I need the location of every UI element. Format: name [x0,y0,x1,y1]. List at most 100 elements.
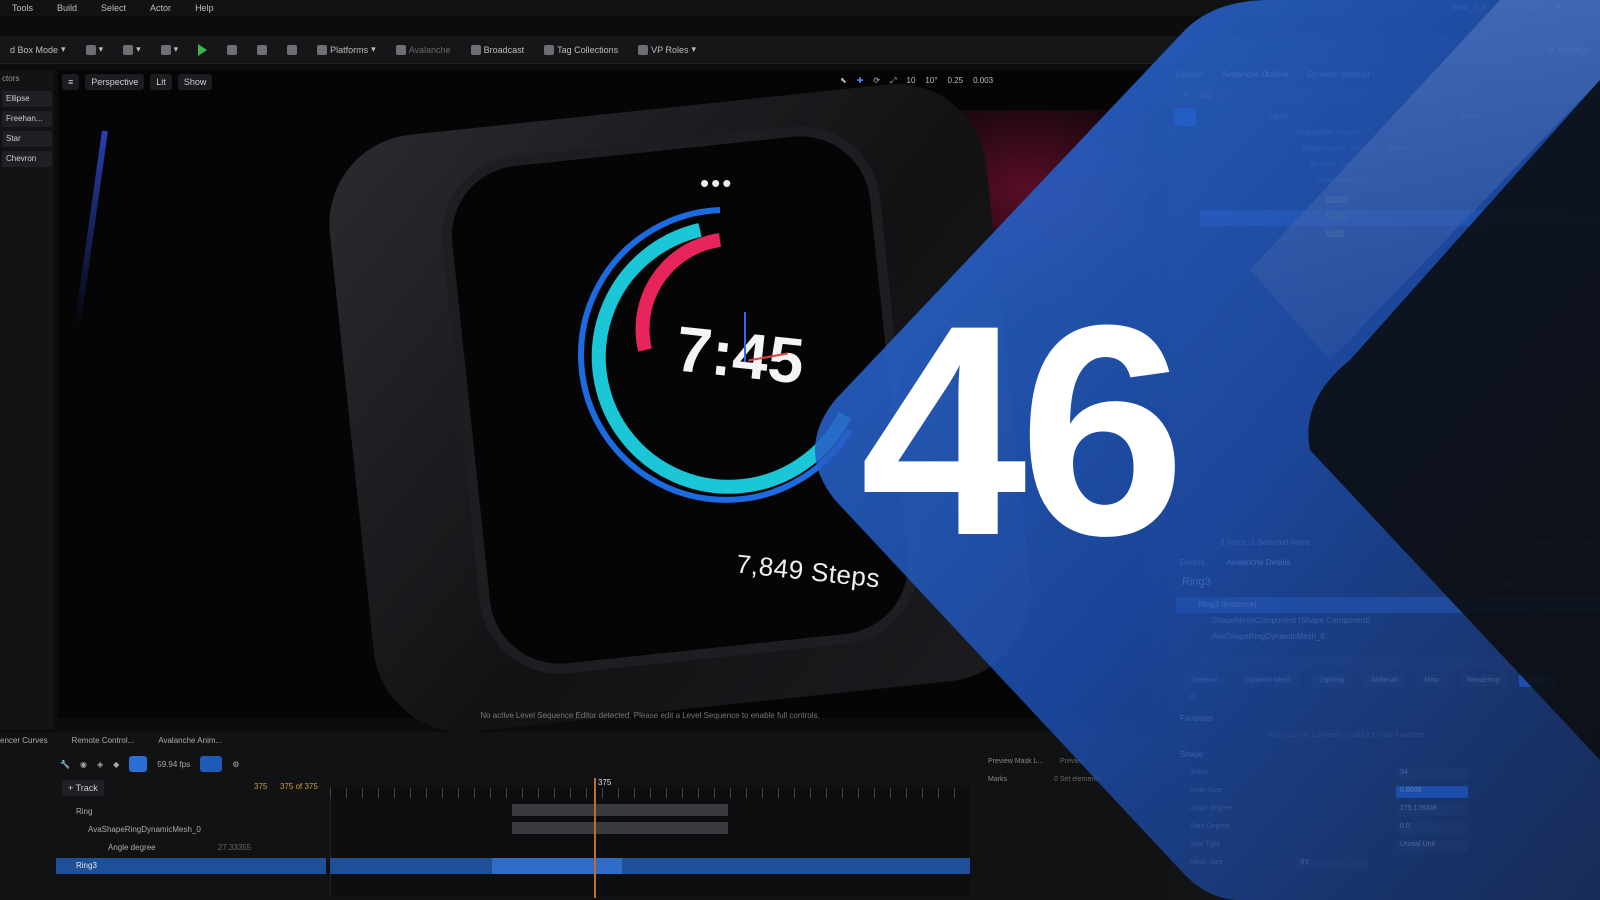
inner-size-value[interactable]: 0.8000 [1396,786,1468,798]
filter-lighting[interactable]: Lighting [1311,674,1352,687]
clear-search-icon[interactable]: ✕ [1182,89,1190,100]
edit-cpp-link[interactable]: Edit in C++ [1526,616,1561,623]
previous-button[interactable]: Previous [1530,538,1561,547]
marks-value[interactable]: 0 Set elements [1054,776,1101,783]
cinematics-button[interactable]: ▾ [151,44,189,55]
tab-details[interactable]: Details [1180,558,1204,567]
rotate-mode-icon[interactable]: ⟳ [873,76,880,86]
favorites-section[interactable]: Favorites [1180,714,1213,723]
freehand-item[interactable]: Freehan... [2,111,52,127]
track-row-ring3[interactable]: Ring3 [56,858,326,874]
add-track-button[interactable]: + Track [62,780,104,796]
outliner-row-ring[interactable]: Ring [1200,228,1600,244]
outliner-row-ring2[interactable]: Ring2 [1200,194,1600,210]
tab-remote-control[interactable]: Remote Control... [72,736,135,745]
component-row[interactable]: ShapeMeshComponent (Shape Component) [1200,616,1370,625]
menu-select[interactable]: Select [89,3,138,13]
start-degree-value[interactable]: 0.0 [1396,822,1468,834]
ellipse-item[interactable]: Ellipse [2,91,52,107]
tab-sequencer-curves[interactable]: encer Curves [0,736,48,745]
details-search-input[interactable] [1196,656,1516,670]
angle-degree-value[interactable]: 275.178348 [1396,804,1468,816]
wrench-icon[interactable]: 🔧 [60,760,70,769]
scale-snap-value[interactable]: 0.25 [948,76,964,86]
vp-roles-dropdown[interactable]: VP Roles ▾ [628,44,706,55]
maximize-icon[interactable]: □ [1528,2,1534,13]
step-button[interactable] [217,44,247,55]
viewport-menu-button[interactable]: ≡ [62,74,80,90]
filter-dynamic-mesh[interactable]: Dynamic Mesh [1236,674,1300,687]
grid-snap-value[interactable]: 10 [907,76,916,86]
transform-gizmo-y[interactable] [744,312,746,362]
timeline-area[interactable] [330,786,970,896]
platforms-dropdown[interactable]: Platforms ▾ [307,44,386,55]
playhead[interactable] [594,778,596,898]
blueprint-button[interactable]: ▾ [113,44,151,55]
rotation-snap-value[interactable]: 10° [925,76,937,86]
outliner-row[interactable]: SmartWatch_Sky_V1__Blockmats [1200,144,1600,160]
diamond-icon[interactable]: ◆ [113,760,119,769]
scale-mode-icon[interactable]: ⤢ [890,76,896,86]
stop-button[interactable] [247,44,277,55]
filter-misc[interactable]: Misc [1416,674,1448,687]
key-icon[interactable]: ◈ [97,760,103,769]
perspective-button[interactable]: Perspective [85,74,145,90]
play-button[interactable] [188,43,217,56]
sequencer-settings-icon[interactable]: ⚙ [232,760,239,769]
eye-icon[interactable]: ◉ [80,760,87,769]
star-item[interactable]: Star [2,131,52,147]
outliner-search-input[interactable]: ring [1180,88,1592,104]
outliner-row-ring3[interactable]: Ring3 [1200,210,1600,226]
avalanche-button[interactable]: Avalanche [386,44,461,55]
add-actor-button[interactable]: ▾ [76,44,114,55]
track-row-angle[interactable]: Angle degree 27.33355 [56,840,326,856]
snap-magnet-button[interactable] [129,756,148,772]
next-button[interactable]: Next [1584,538,1600,547]
chevron-item[interactable]: Chevron [2,151,52,167]
add-component-button[interactable]: + Add [1488,576,1519,591]
select-mode-icon[interactable]: ⬉ [840,76,847,86]
mesh-size-value[interactable]: XY [1296,858,1368,870]
component-row[interactable]: AvaShapeRingDynamicMesh_0 [1200,632,1325,641]
minimize-icon[interactable]: – [1500,2,1506,13]
section-bar-mesh[interactable] [512,822,728,834]
filter-material[interactable]: Material [1363,674,1405,687]
menu-help[interactable]: Help [183,3,226,13]
menu-tools[interactable]: Tools [0,3,45,13]
translate-mode-icon[interactable]: ✚ [857,76,864,86]
tab-dynamic-material[interactable]: Dynamic Material [1307,70,1369,79]
settings-button[interactable]: ⚙ Settings [1536,44,1600,55]
instance-row[interactable]: Ring3 (Instance) [1176,597,1600,613]
tab-avalanche-details[interactable]: Avalanche Details [1226,558,1290,567]
menu-build[interactable]: Build [45,3,89,13]
camera-speed-value[interactable]: 0.003 [973,76,993,86]
mode-dropdown[interactable]: d Box Mode ▾ [0,44,76,55]
tab-outliner[interactable]: Outliner [1176,70,1204,79]
track-row-dynamic-mesh[interactable]: AvaShapeRingDynamicMesh_0 [56,822,326,838]
filter-shape[interactable]: Shape [1519,674,1556,687]
preview-value[interactable]: Preview [1060,758,1085,765]
filter-all[interactable]: All [1188,694,1196,701]
section-bar-ring[interactable] [512,804,728,816]
section-bar-ring3-selected[interactable] [492,858,622,874]
close-icon[interactable]: ✕ [1554,2,1562,13]
tab-avalanche-outliner[interactable]: Avalanche Outliner [1222,70,1289,79]
filter-rendering[interactable]: Rendering [1459,674,1508,687]
fps-dropdown[interactable]: 59.94 fps [157,760,190,769]
track-row-ring[interactable]: Ring [56,804,326,820]
menu-actor[interactable]: Actor [138,3,183,13]
filter-icon[interactable] [1174,108,1196,126]
outliner-row[interactable]: Screen_Case [1200,160,1600,176]
size-type-value[interactable]: Unreal Unit [1396,840,1468,852]
eject-button[interactable] [277,44,307,55]
outliner-row[interactable]: AvaRadialArra.. [1200,176,1600,192]
tab-avalanche-animation[interactable]: Avalanche Anim... [158,736,222,745]
shape-section[interactable]: Shape [1180,750,1203,759]
sides-value[interactable]: 54 [1396,768,1468,780]
timeline-ruler[interactable] [330,788,970,798]
lit-button[interactable]: Lit [150,74,172,90]
show-button[interactable]: Show [177,74,213,90]
tag-collections-button[interactable]: Tag Collections [534,44,628,55]
broadcast-button[interactable]: Broadcast [461,44,535,55]
filter-general[interactable]: General [1184,674,1225,687]
